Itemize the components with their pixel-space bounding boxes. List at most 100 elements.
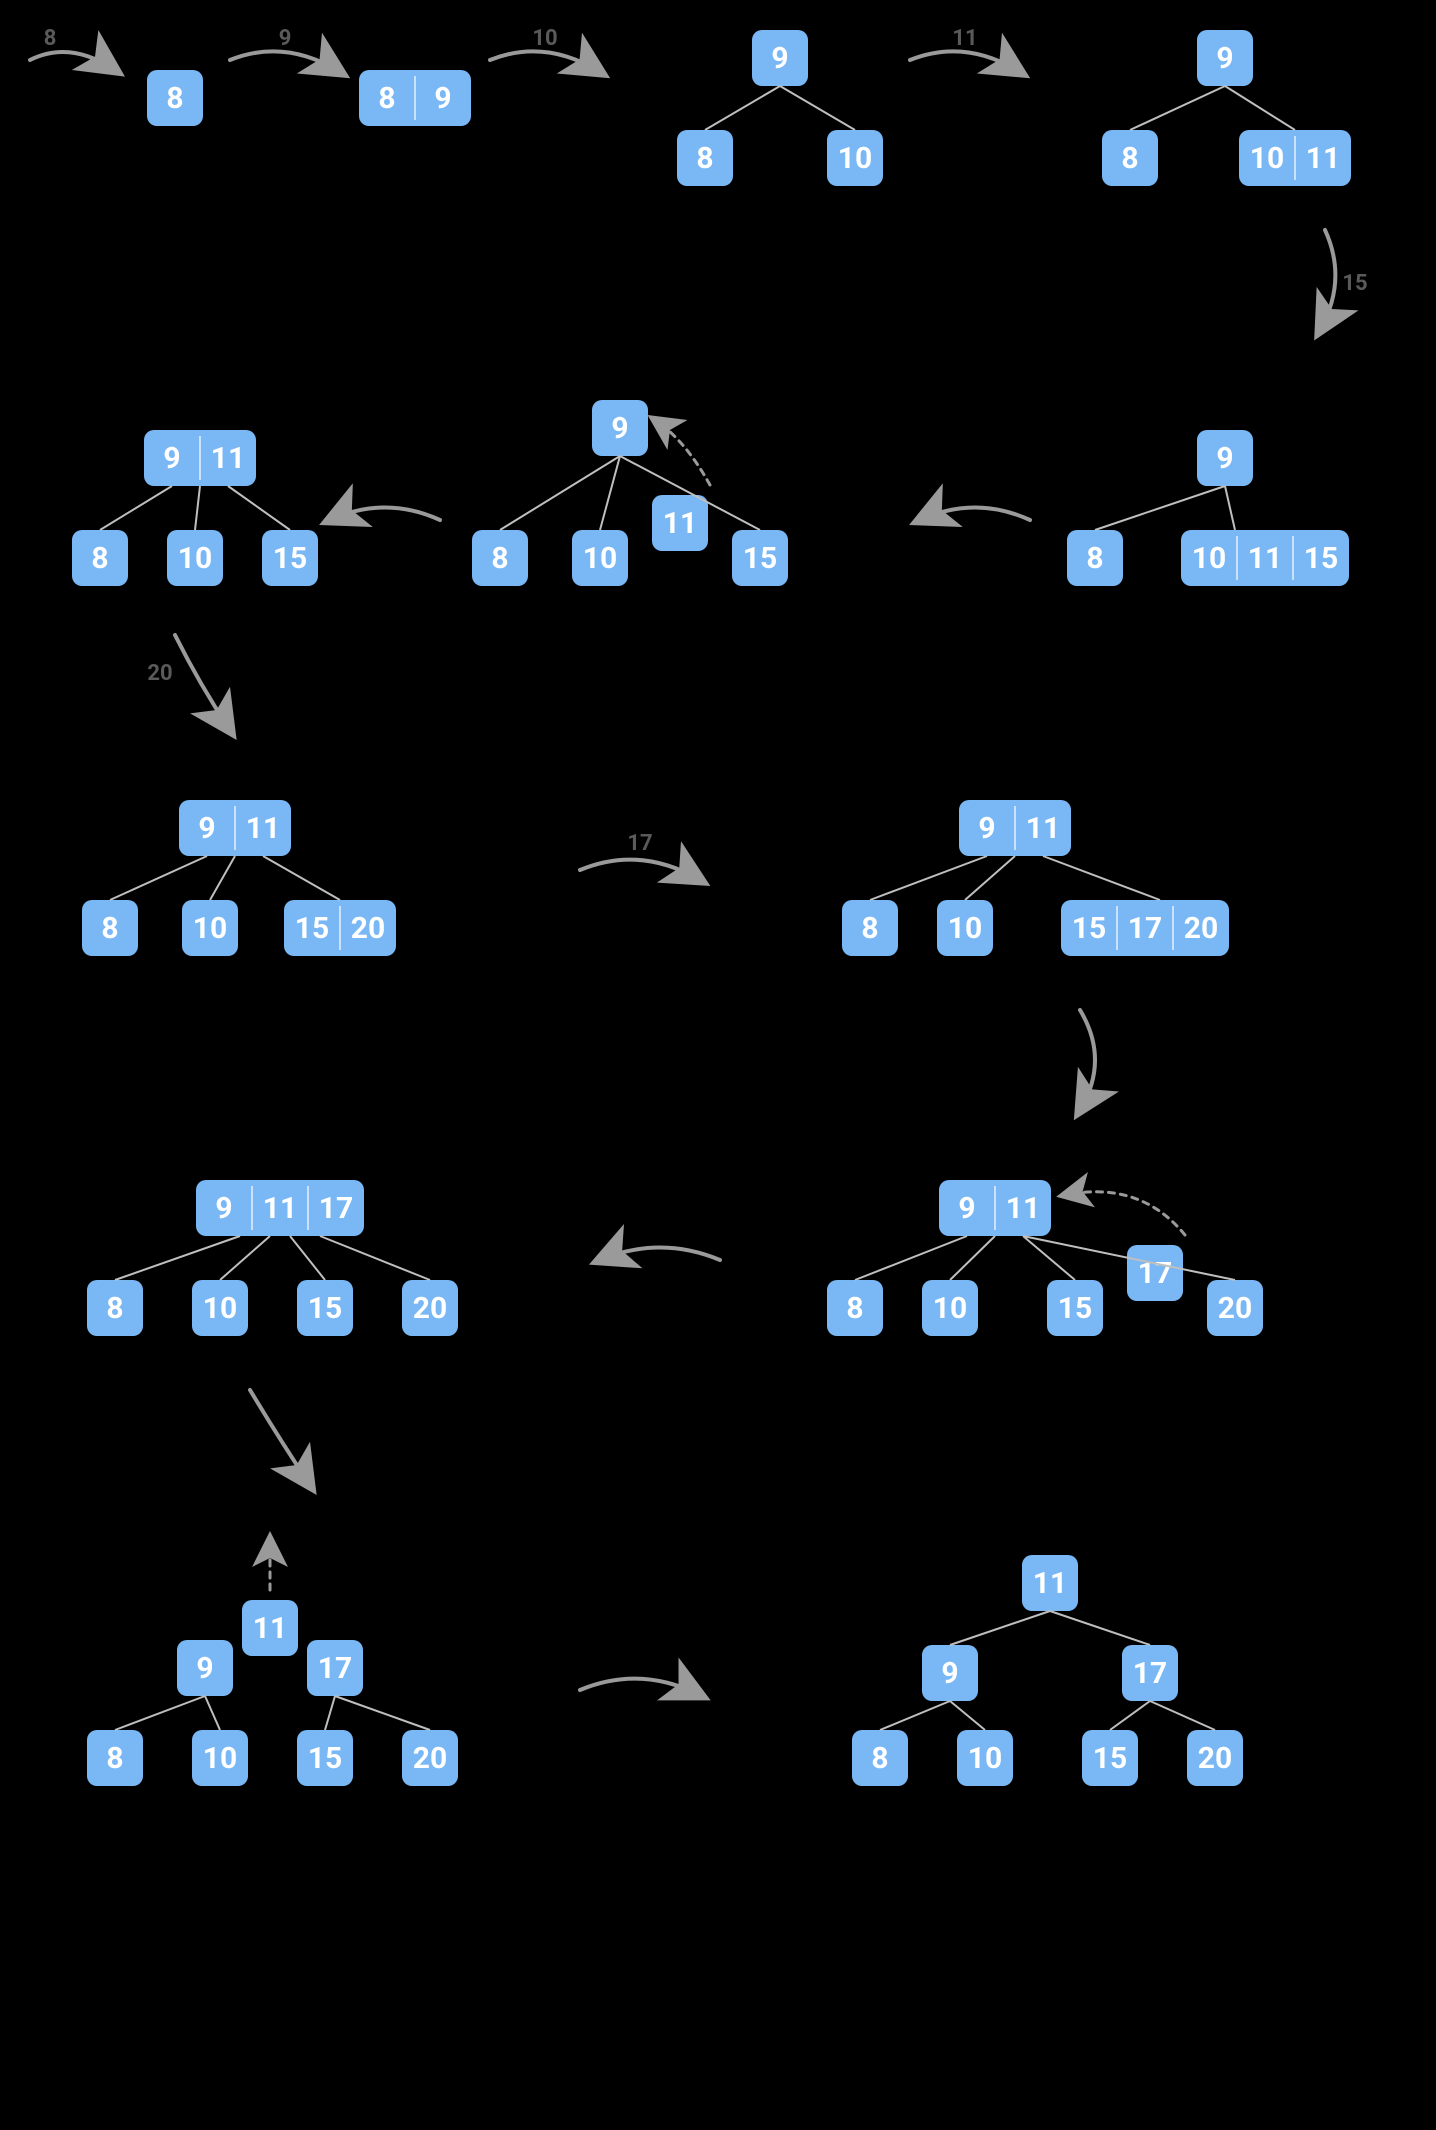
key-value: 11: [1006, 1191, 1040, 1226]
tree-edge: [325, 1696, 335, 1730]
transition-arrow: [175, 635, 230, 730]
transition-label: 15: [1342, 271, 1367, 296]
key-value: 20: [1218, 1291, 1252, 1326]
key-value: 9: [1216, 441, 1233, 476]
key-value: 10: [1250, 141, 1284, 176]
tree-edge: [210, 856, 235, 900]
key-value: 20: [1184, 911, 1218, 946]
key-value: 15: [1093, 1741, 1127, 1776]
transition-arrow: [1080, 1010, 1095, 1110]
tree-edge: [1225, 486, 1235, 530]
key-value: 17: [319, 1191, 353, 1226]
key-value: 8: [871, 1741, 888, 1776]
transition-arrow: [1065, 1192, 1185, 1235]
tree-edge: [780, 86, 855, 130]
key-value: 8: [106, 1741, 123, 1776]
key-value: 8: [491, 541, 508, 576]
tree-edge: [263, 856, 340, 900]
key-value: 11: [1248, 541, 1282, 576]
key-value: 15: [308, 1741, 342, 1776]
key-value: 11: [253, 1611, 287, 1646]
tree-edge: [100, 486, 172, 530]
key-value: 17: [318, 1651, 352, 1686]
btree-insert-diagram: 8 8 9 8 9 10 9 8 10 11 9 8 10 11 15 9 8 10 11 15 9 8 10 15 11 9 11…: [0, 0, 1436, 2130]
key-value: 15: [1072, 911, 1106, 946]
key-value: 9: [196, 1651, 213, 1686]
tree-edge: [115, 1696, 205, 1730]
tree-edge: [1043, 856, 1160, 900]
key-value: 15: [743, 541, 777, 576]
tree-edge: [1110, 1701, 1150, 1730]
tree-edge: [1095, 486, 1225, 530]
tree-edge: [950, 1701, 985, 1730]
tree-edge: [220, 1236, 270, 1280]
key-value: 8: [861, 911, 878, 946]
tree-edge: [320, 1236, 430, 1280]
key-value: 9: [958, 1191, 975, 1226]
key-value: 9: [771, 41, 788, 76]
key-value: 10: [948, 911, 982, 946]
tree-edge: [950, 1236, 995, 1280]
transition-arrow: [250, 1390, 310, 1485]
transition-arrow: [230, 51, 340, 72]
tree-edge: [1225, 86, 1295, 130]
key-value: 10: [178, 541, 212, 576]
key-value: 9: [611, 411, 628, 446]
key-value: 8: [696, 141, 713, 176]
key-value: 20: [351, 911, 385, 946]
transition-arrow: [490, 51, 600, 72]
tree-edge: [1023, 1236, 1075, 1280]
tree-edge: [290, 1236, 325, 1280]
tree-edge: [205, 1696, 220, 1730]
key-value: 11: [1033, 1566, 1067, 1601]
tree-edge: [950, 1611, 1050, 1645]
key-value: 17: [1133, 1656, 1167, 1691]
tree-edge: [705, 86, 780, 130]
transition-arrow: [30, 52, 115, 70]
key-value: 15: [273, 541, 307, 576]
key-value: 9: [215, 1191, 232, 1226]
key-value: 10: [203, 1741, 237, 1776]
key-value: 10: [933, 1291, 967, 1326]
key-value: 9: [978, 811, 995, 846]
key-value: 8: [846, 1291, 863, 1326]
key-value: 9: [434, 81, 451, 116]
key-value: 8: [1121, 141, 1138, 176]
transition-label: 17: [627, 831, 652, 856]
transition-arrow: [655, 420, 710, 485]
key-value: 8: [106, 1291, 123, 1326]
key-value: 15: [308, 1291, 342, 1326]
transition-arrow: [920, 508, 1030, 521]
key-value: 11: [1026, 811, 1060, 846]
tree-edge: [880, 1701, 950, 1730]
key-value: 9: [1216, 41, 1233, 76]
key-value: 15: [1304, 541, 1338, 576]
key-value: 10: [968, 1741, 1002, 1776]
key-value: 10: [203, 1291, 237, 1326]
tree-edge: [1130, 86, 1225, 130]
key-value: 8: [378, 81, 395, 116]
transition-label: 9: [279, 26, 292, 51]
key-value: 9: [941, 1656, 958, 1691]
tree-edge: [335, 1696, 430, 1730]
transition-arrow: [580, 1679, 700, 1695]
tree-edge: [870, 856, 987, 900]
transition-arrow: [580, 860, 700, 880]
transition-label: 11: [952, 26, 977, 51]
tree-edge: [228, 486, 290, 530]
transition-arrow: [330, 508, 440, 521]
key-value: 9: [163, 441, 180, 476]
key-value: 11: [211, 441, 245, 476]
tree-edge: [195, 486, 200, 530]
key-value: 20: [413, 1741, 447, 1776]
key-value: 11: [663, 506, 697, 541]
key-value: 8: [166, 81, 183, 116]
transition-label: 20: [147, 661, 172, 686]
tree-edge: [965, 856, 1015, 900]
transition-arrow: [1320, 230, 1335, 330]
transition-label: 8: [44, 26, 57, 51]
key-value: 11: [263, 1191, 297, 1226]
transition-arrow: [600, 1248, 720, 1261]
key-value: 10: [583, 541, 617, 576]
transition-label: 10: [532, 26, 557, 51]
